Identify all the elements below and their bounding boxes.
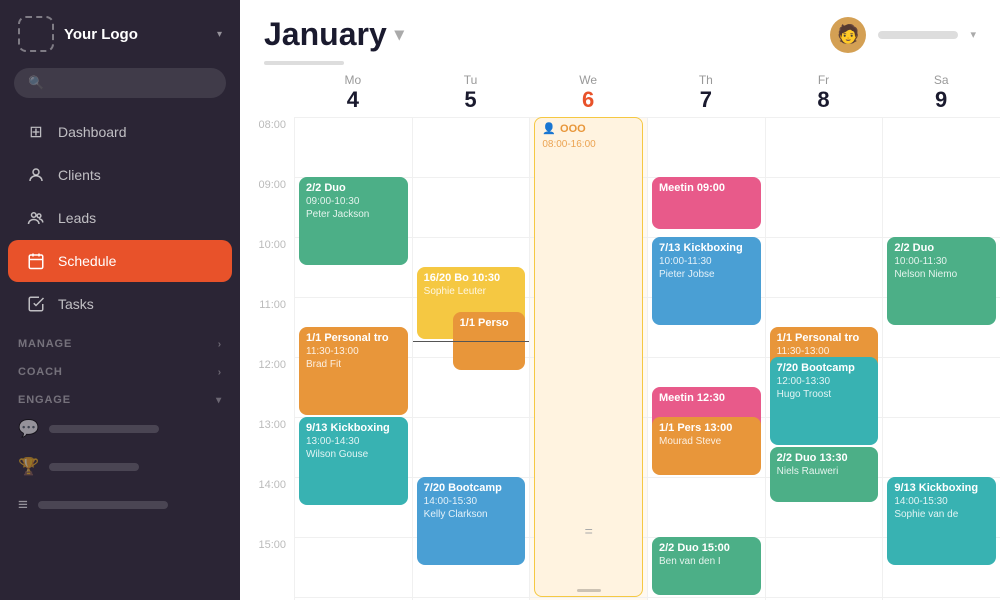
day-headers: Mo 4 Tu 5 We 6 Th 7 Fr 8 Sa 9 [240,65,1000,117]
day-header-th: Th 7 [647,73,765,113]
sidebar-item-label: Dashboard [58,124,127,140]
header-right: 🧑 ▾ [830,17,976,53]
manage-chevron-icon: › [218,339,222,350]
month-title: January ▾ [264,16,404,53]
sidebar-item-dashboard[interactable]: ⊞ Dashboard [8,111,232,153]
day-col-fr: 1/1 Personal tro 11:30-13:00 Brad Fit 7/… [765,117,883,600]
day-header-fr: Fr 8 [765,73,883,113]
engage-label-line [49,425,159,433]
engage-row-trophy[interactable]: 🏆 [8,448,232,486]
month-chevron-icon[interactable]: ▾ [395,24,404,45]
logo-text: Your Logo [64,26,138,43]
coach-chevron-icon: › [218,367,222,378]
sidebar-item-label: Clients [58,167,101,183]
tasks-icon [26,294,46,314]
logo-area[interactable]: Your Logo ▾ [0,0,240,68]
day-col-we: 👤 OOO 08:00-16:00 = [529,117,647,600]
calendar[interactable]: Mo 4 Tu 5 We 6 Th 7 Fr 8 Sa 9 [240,65,1000,600]
dashboard-icon: ⊞ [26,122,46,142]
event-personal-tro-mo[interactable]: 1/1 Personal tro 11:30-13:00 Brad Fit [299,327,408,415]
engage-label-line [38,501,168,509]
drag-handle[interactable] [577,589,601,592]
event-1-1-pers-th[interactable]: 1/1 Pers 13:00 Mourad Steve [652,417,761,475]
month-label: January [264,16,387,53]
user-name-line [878,31,958,39]
event-kickboxing-sa[interactable]: 9/13 Kickboxing 14:00-15:30 Sophie van d… [887,477,996,565]
event-7-20-bootcamp-tu[interactable]: 7/20 Bootcamp 14:00-15:30 Kelly Clarkson [417,477,526,565]
day-header-we: We 6 [529,73,647,113]
event-2-2-duo-th[interactable]: 2/2 Duo 15:00 Ben van den I [652,537,761,595]
nav-list: ⊞ Dashboard Clients Leads Schedule Tas [0,110,240,326]
day-header-sa: Sa 9 [882,73,1000,113]
resize-handle[interactable]: = [585,523,593,539]
trophy-icon: 🏆 [18,457,39,477]
event-meetin-th-1[interactable]: Meetin 09:00 [652,177,761,229]
avatar[interactable]: 🧑 [830,17,866,53]
event-2-2-duo-mo[interactable]: 2/2 Duo 09:00-10:30 Peter Jackson [299,177,408,265]
logo-icon [18,16,54,52]
sidebar-item-label: Tasks [58,296,94,312]
day-col-sa: 2/2 Duo 10:00-11:30 Nelson Niemo 9/13 Ki… [882,117,1000,600]
search-icon: 🔍 [28,75,44,91]
header: January ▾ 🧑 ▾ [240,0,1000,53]
schedule-icon [26,251,46,271]
engage-row-list[interactable]: ≡ [8,486,232,524]
logo-chevron-icon: ▾ [217,29,222,40]
sidebar: Your Logo ▾ 🔍 ⊞ Dashboard Clients Leads [0,0,240,600]
event-7-13-kickboxing[interactable]: 7/13 Kickboxing 10:00-11:30 Pieter Jobse [652,237,761,325]
list-icon: ≡ [18,495,28,515]
sidebar-item-tasks[interactable]: Tasks [8,283,232,325]
time-column: 08:00 09:00 10:00 11:00 12:00 13:00 14:0… [240,117,294,600]
sidebar-item-label: Leads [58,210,96,226]
main-content: January ▾ 🧑 ▾ Mo 4 Tu 5 We 6 Th [240,0,1000,600]
engage-label-line [49,463,139,471]
day-col-mo: 2/2 Duo 09:00-10:30 Peter Jackson 1/1 Pe… [294,117,412,600]
day-header-mo: Mo 4 [294,73,412,113]
sidebar-item-schedule[interactable]: Schedule [8,240,232,282]
event-2-2-duo-fr-niels[interactable]: 2/2 Duo 13:30 Niels Rauweri [770,447,879,502]
section-engage[interactable]: ENGAGE ▾ [0,382,240,410]
engage-row-chat[interactable]: 💬 [8,410,232,448]
engage-chevron-icon: ▾ [216,395,222,406]
day-col-tu: 16/20 Bo 10:30 Sophie Leuter 1/1 Perso 7… [412,117,530,600]
section-coach[interactable]: COACH › [0,354,240,382]
search-bar[interactable]: 🔍 [14,68,226,98]
user-chevron-icon[interactable]: ▾ [970,28,976,41]
sidebar-item-label: Schedule [58,253,116,269]
event-7-20-bootcamp-fr[interactable]: 7/20 Bootcamp 12:00-13:30 Hugo Troost [770,357,879,445]
day-header-tu: Tu 5 [412,73,530,113]
event-kickboxing-mo[interactable]: 9/13 Kickboxing 13:00-14:30 Wilson Gouse [299,417,408,505]
day-col-th: Meetin 09:00 7/13 Kickboxing 10:00-11:30… [647,117,765,600]
calendar-body: 08:00 09:00 10:00 11:00 12:00 13:00 14:0… [240,117,1000,600]
engage-items: 💬 🏆 ≡ [0,410,240,524]
chat-icon: 💬 [18,419,39,439]
leads-icon [26,208,46,228]
person-icon: 👤 [542,122,556,136]
clients-icon [26,165,46,185]
event-2-2-duo-sa[interactable]: 2/2 Duo 10:00-11:30 Nelson Niemo [887,237,996,325]
sidebar-item-leads[interactable]: Leads [8,197,232,239]
sidebar-item-clients[interactable]: Clients [8,154,232,196]
section-manage[interactable]: MANAGE › [0,326,240,354]
